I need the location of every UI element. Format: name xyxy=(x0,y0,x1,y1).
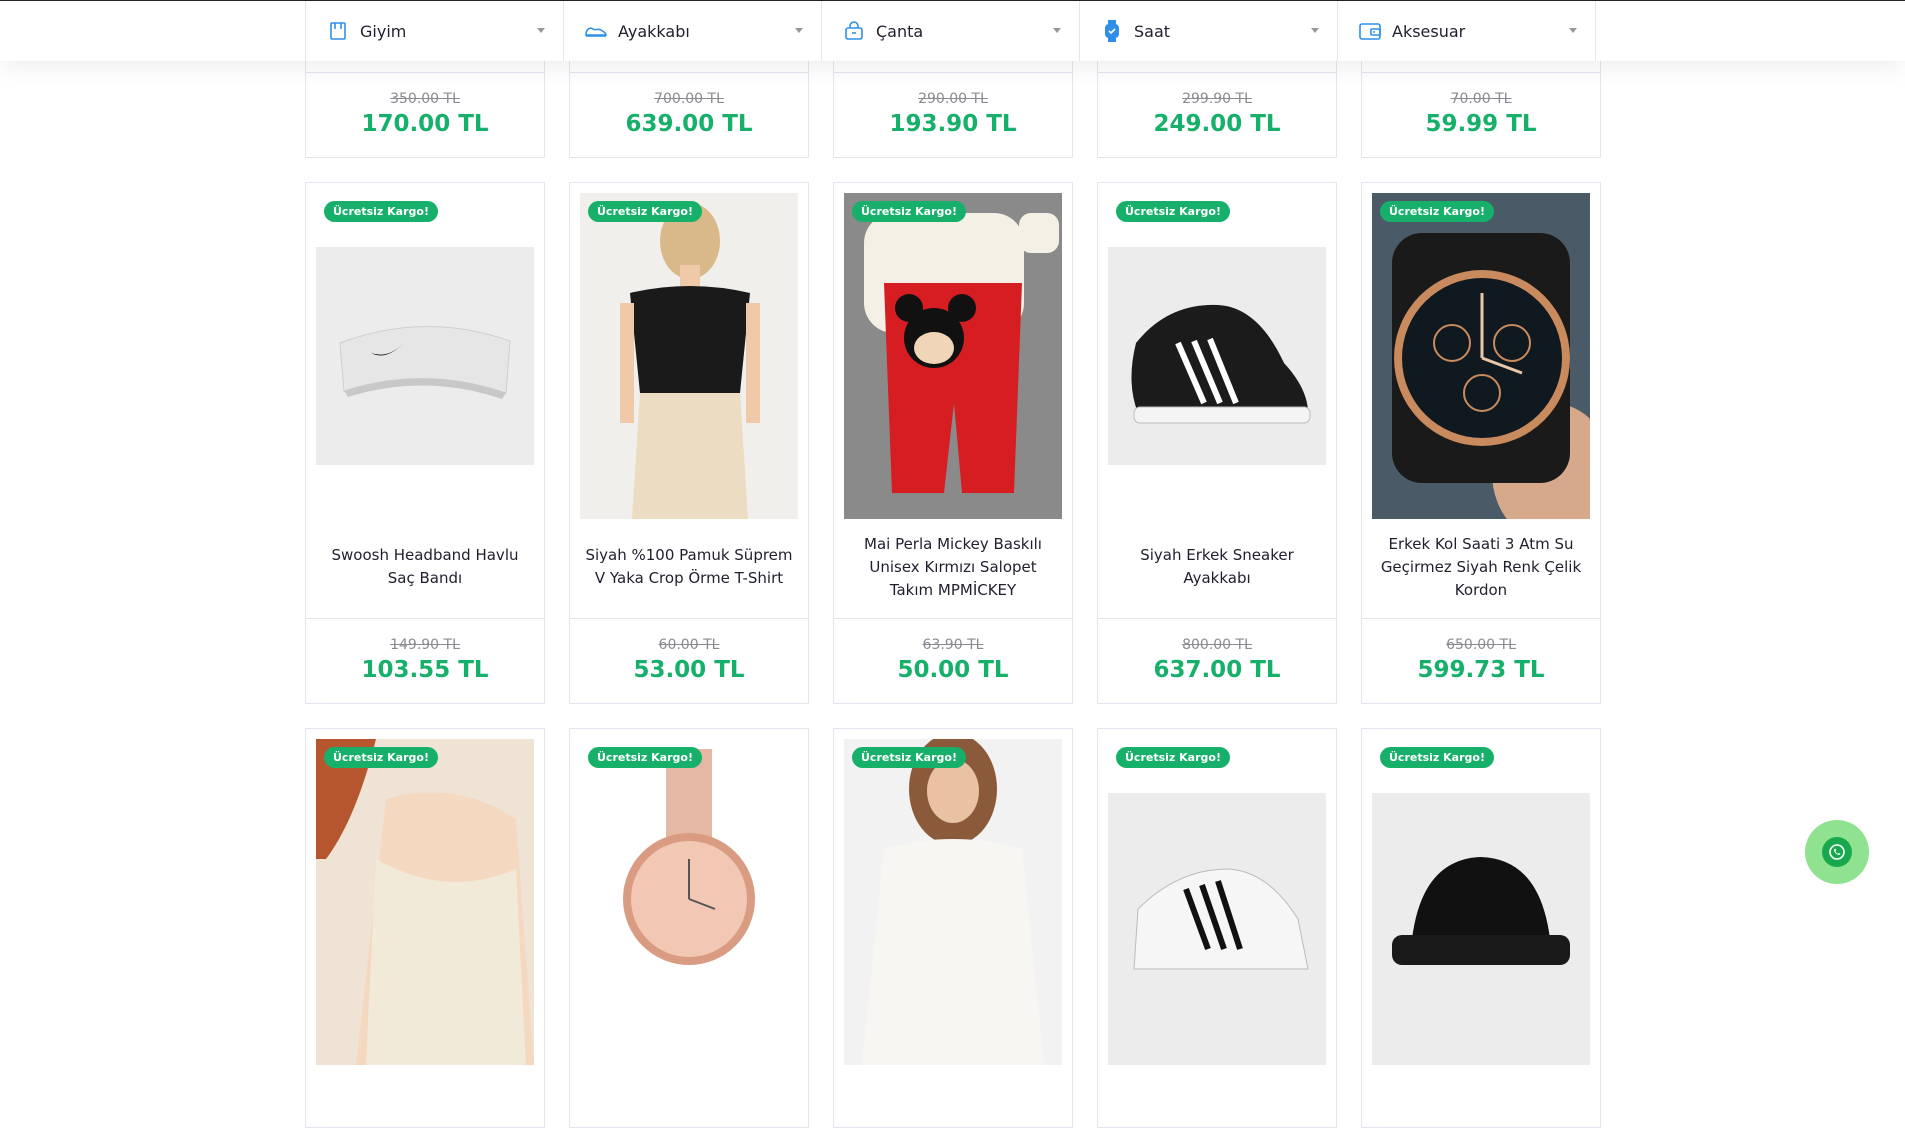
nav-category-label: Aksesuar xyxy=(1392,21,1466,41)
current-price: 170.00 TL xyxy=(361,111,489,137)
nav-category-ayakkabi[interactable]: Ayakkabı xyxy=(564,1,822,61)
nav-category-label: Çanta xyxy=(876,21,924,41)
nav-category-label: Ayakkabı xyxy=(618,21,690,41)
product-name[interactable]: Siyah Erkek Sneaker Ayakkabı xyxy=(1110,529,1324,605)
product-image[interactable] xyxy=(580,739,798,1065)
nav-category-label: Giyim xyxy=(360,21,407,41)
price-box: 63.90 TL 50.00 TL xyxy=(834,618,1072,703)
wallet-icon xyxy=(1358,19,1382,43)
price-box: 290.00 TL 193.90 TL xyxy=(834,72,1072,157)
nav-category-aksesuar[interactable]: Aksesuar xyxy=(1338,1,1596,61)
nav-category-label: Saat xyxy=(1134,21,1171,41)
free-shipping-badge: Ücretsiz Kargo! xyxy=(1380,201,1494,222)
product-card[interactable]: Ücretsiz Kargo! xyxy=(305,728,545,1128)
old-price: 60.00 TL xyxy=(658,637,720,653)
product-image[interactable] xyxy=(1372,193,1590,519)
free-shipping-badge: Ücretsiz Kargo! xyxy=(588,201,702,222)
product-image[interactable] xyxy=(1108,739,1326,1065)
product-card[interactable]: Ücretsiz Kargo! Swoosh Headband Havlu Sa… xyxy=(305,182,545,704)
current-price: 249.00 TL xyxy=(1153,111,1281,137)
product-card[interactable]: Ücretsiz Kargo! xyxy=(833,728,1073,1128)
product-card[interactable]: Ücretsiz Kargo! xyxy=(569,728,809,1128)
old-price: 63.90 TL xyxy=(922,637,984,653)
product-card[interactable]: Ücretsiz Kargo! Siyah Erkek Sneaker Ayak… xyxy=(1097,182,1337,704)
old-price: 290.00 TL xyxy=(918,91,988,107)
old-price: 149.90 TL xyxy=(390,637,460,653)
watch-icon xyxy=(1100,19,1124,43)
price-box: 650.00 TL 599.73 TL xyxy=(1362,618,1600,703)
nav-category-canta[interactable]: Çanta xyxy=(822,1,1080,61)
price-box: 700.00 TL 639.00 TL xyxy=(570,72,808,157)
whatsapp-icon xyxy=(1822,837,1852,867)
price-box: 299.90 TL 249.00 TL xyxy=(1098,72,1336,157)
product-image[interactable] xyxy=(1372,739,1590,1065)
product-image[interactable] xyxy=(1108,193,1326,519)
chevron-down-icon xyxy=(537,28,545,33)
current-price: 50.00 TL xyxy=(897,657,1009,683)
whatsapp-button[interactable] xyxy=(1805,820,1869,884)
current-price: 53.00 TL xyxy=(633,657,745,683)
bag-icon xyxy=(842,19,866,43)
nav-category-saat[interactable]: Saat xyxy=(1080,1,1338,61)
product-card[interactable]: Ücretsiz Kargo! Mai Perla Mickey Baskılı… xyxy=(833,182,1073,704)
old-price: 299.90 TL xyxy=(1182,91,1252,107)
product-card[interactable]: Ücretsiz Kargo! xyxy=(1361,728,1601,1128)
product-image[interactable] xyxy=(580,193,798,519)
old-price: 70.00 TL xyxy=(1450,91,1512,107)
free-shipping-badge: Ücretsiz Kargo! xyxy=(588,747,702,768)
price-box: 800.00 TL 637.00 TL xyxy=(1098,618,1336,703)
current-price: 193.90 TL xyxy=(889,111,1017,137)
category-nav-bar: Giyim Ayakkabı Çanta Saat Aksesuar xyxy=(0,0,1905,61)
shoe-icon xyxy=(584,19,608,43)
product-card[interactable]: Ücretsiz Kargo! Erkek Kol Saati 3 Atm Su… xyxy=(1361,182,1601,704)
price-box: 70.00 TL 59.99 TL xyxy=(1362,72,1600,157)
old-price: 700.00 TL xyxy=(654,91,724,107)
product-image[interactable] xyxy=(316,193,534,519)
price-box: 60.00 TL 53.00 TL xyxy=(570,618,808,703)
category-menu: Giyim Ayakkabı Çanta Saat Aksesuar xyxy=(305,1,1601,61)
current-price: 599.73 TL xyxy=(1417,657,1545,683)
chevron-down-icon xyxy=(1053,28,1061,33)
free-shipping-badge: Ücretsiz Kargo! xyxy=(852,747,966,768)
product-name[interactable]: Mai Perla Mickey Baskılı Unisex Kırmızı … xyxy=(846,529,1060,605)
free-shipping-badge: Ücretsiz Kargo! xyxy=(324,747,438,768)
product-card[interactable]: Ücretsiz Kargo! xyxy=(1097,728,1337,1128)
free-shipping-badge: Ücretsiz Kargo! xyxy=(1116,201,1230,222)
product-name[interactable]: Siyah %100 Pamuk Süprem V Yaka Crop Örme… xyxy=(582,529,796,605)
current-price: 639.00 TL xyxy=(625,111,753,137)
product-card[interactable]: Ücretsiz Kargo! Siyah %100 Pamuk Süprem … xyxy=(569,182,809,704)
price-box: 350.00 TL 170.00 TL xyxy=(306,72,544,157)
chevron-down-icon xyxy=(1311,28,1319,33)
product-image[interactable] xyxy=(844,739,1062,1065)
free-shipping-badge: Ücretsiz Kargo! xyxy=(1380,747,1494,768)
current-price: 103.55 TL xyxy=(361,657,489,683)
chevron-down-icon xyxy=(1569,28,1577,33)
old-price: 350.00 TL xyxy=(390,91,460,107)
product-image[interactable] xyxy=(316,739,534,1065)
current-price: 59.99 TL xyxy=(1425,111,1537,137)
free-shipping-badge: Ücretsiz Kargo! xyxy=(324,201,438,222)
product-name[interactable]: Erkek Kol Saati 3 Atm Su Geçirmez Siyah … xyxy=(1374,529,1588,605)
product-name[interactable]: Swoosh Headband Havlu Saç Bandı xyxy=(318,529,532,605)
shirt-icon xyxy=(326,19,350,43)
nav-category-giyim[interactable]: Giyim xyxy=(306,1,564,61)
free-shipping-badge: Ücretsiz Kargo! xyxy=(1116,747,1230,768)
old-price: 800.00 TL xyxy=(1182,637,1252,653)
free-shipping-badge: Ücretsiz Kargo! xyxy=(852,201,966,222)
price-box: 149.90 TL 103.55 TL xyxy=(306,618,544,703)
product-image[interactable] xyxy=(844,193,1062,519)
chevron-down-icon xyxy=(795,28,803,33)
old-price: 650.00 TL xyxy=(1446,637,1516,653)
current-price: 637.00 TL xyxy=(1153,657,1281,683)
